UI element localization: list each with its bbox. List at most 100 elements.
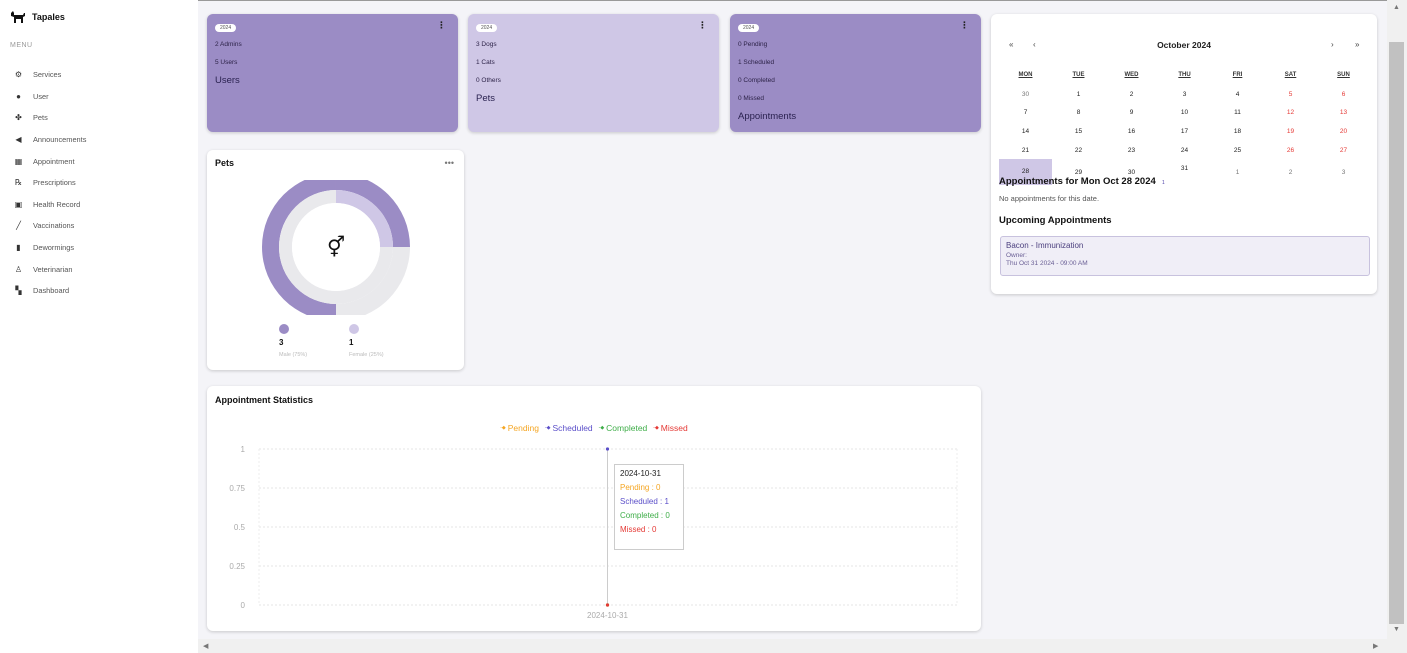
calendar-day[interactable]: 2 [1264,169,1317,176]
sidebar-item-label: Services [33,70,62,80]
male-legend: 3 Male (75%) [279,324,307,358]
calendar-day[interactable]: 10 [1158,109,1211,116]
weekday-label: MON [1018,72,1033,79]
day-number: 30 [1021,90,1030,98]
calendar-day[interactable]: 27 [1317,147,1370,154]
sidebar-item-vaccinations[interactable]: ╱ Vaccinations [14,215,86,237]
calendar-day[interactable]: 3 [1317,169,1370,176]
calendar-week-row: 21 22 23 24 25 26 27 [999,141,1370,160]
tooltip-missed: Missed : 0 [620,525,657,534]
calendar-day[interactable]: 21 [999,147,1052,154]
sidebar-item-services[interactable]: ⚙ Services [14,64,86,86]
calendar-day[interactable]: 23 [1105,147,1158,154]
day-number: 26 [1286,146,1295,154]
scroll-left-icon[interactable]: ◀ [203,642,208,650]
appointments-date-title: Appointments for Mon Oct 28 2024 [999,176,1156,187]
female-legend-dot [349,324,359,334]
calendar-day[interactable]: 17 [1158,128,1211,135]
calendar-day[interactable]: 22 [1052,147,1105,154]
sidebar-item-label: Vaccinations [33,221,75,231]
upcoming-appointment-item[interactable]: Bacon - Immunization Owner: Thu Oct 31 2… [1000,236,1370,276]
calendar-day[interactable]: 20 [1317,128,1370,135]
calendar-week-row: 7 8 9 10 11 12 13 [999,103,1370,122]
scroll-down-icon[interactable]: ▼ [1393,626,1400,633]
calendar-icon: ▦ [14,156,23,166]
day-number: 14 [1021,127,1030,135]
calendar-day[interactable]: 30 [999,91,1052,98]
scroll-up-icon[interactable]: ▲ [1393,4,1400,11]
window-top-border [0,0,1407,1]
male-legend-dot [279,324,289,334]
appointments-stat-card: 2024 ⋮ 0 Pending 1 Scheduled 0 Completed… [730,14,981,132]
next-month-button[interactable]: › [1331,40,1334,49]
next-year-button[interactable]: » [1355,40,1359,49]
horizontal-scrollbar[interactable]: ◀ ▶ [198,639,1387,653]
calendar-day[interactable]: 11 [1211,109,1264,116]
medical-bag-icon: ▣ [14,199,23,209]
sidebar-item-label: Veterinarian [33,264,73,274]
calendar-day[interactable]: 29 [1052,169,1105,176]
calendar-day[interactable]: 13 [1317,109,1370,116]
day-number: 24 [1180,146,1189,154]
sidebar-item-dashboard[interactable]: ▚ Dashboard [14,280,86,302]
calendar-day[interactable]: 1 [1052,91,1105,98]
y-tick-label: 0 [241,601,246,610]
kebab-menu-icon[interactable]: ⋮ [437,21,446,30]
scroll-right-icon[interactable]: ▶ [1373,642,1378,650]
gear-icon: ⚙ [14,70,23,80]
calendar-day[interactable]: 14 [999,128,1052,135]
sidebar-item-user[interactable]: ● User [14,86,86,108]
day-number: 28 [1021,168,1030,176]
calendar-week-row: 30 1 2 3 4 5 6 [999,85,1370,104]
sidebar-item-label: Health Record [33,199,81,209]
vertical-scroll-thumb[interactable] [1389,42,1404,624]
sidebar: Tapales MENU ⚙ Services ● User ✤ Pets ◀ Announc… [0,0,198,653]
calendar-day[interactable]: 3 [1158,91,1211,98]
kebab-menu-icon[interactable]: ⋮ [698,21,707,30]
kebab-menu-icon[interactable]: ⋮ [960,21,969,30]
sidebar-item-appointment[interactable]: ▦ Appointment [14,150,86,172]
day-number: 6 [1341,90,1346,98]
more-options-icon[interactable]: ••• [445,158,454,168]
calendar-day[interactable]: 26 [1264,147,1317,154]
calendar-grid: MON TUE WED THU FRI SAT SUN 30 1 2 3 4 5 6 7 8 9 10 11 12 13… [999,66,1370,186]
user-icon: ● [16,91,21,101]
sidebar-item-pets[interactable]: ✤ Pets [14,107,86,129]
brand[interactable]: Tapales [10,10,65,24]
calendar-day[interactable]: 1 [1211,169,1264,176]
calendar-day[interactable]: 25 [1211,147,1264,154]
sidebar-item-prescriptions[interactable]: ℞ Prescriptions [14,172,86,194]
day-number: 3 [1341,168,1346,176]
calendar-day[interactable]: 19 [1264,128,1317,135]
calendar-day[interactable]: 4 [1211,91,1264,98]
year-badge: 2024 [738,24,760,32]
calendar-day[interactable]: 30 [1105,169,1158,176]
sidebar-item-label: Announcements [33,135,87,145]
calendar-day[interactable]: 18 [1211,128,1264,135]
calendar-day[interactable]: 24 [1158,147,1211,154]
female-count: 1 [349,338,354,347]
calendar-day[interactable]: 7 [999,109,1052,116]
calendar-day[interactable]: 2 [1105,91,1158,98]
calendar-day[interactable]: 5 [1264,91,1317,98]
sidebar-item-announcements[interactable]: ◀ Announcements [14,129,86,151]
day-number: 29 [1074,168,1083,176]
weekday-label: SUN [1337,72,1350,79]
vertical-scrollbar[interactable]: ▲ ▼ [1387,0,1407,653]
data-point-missed[interactable] [605,603,610,607]
day-number: 21 [1021,146,1030,154]
calendar-day[interactable]: 6 [1317,91,1370,98]
calendar-day[interactable]: 15 [1052,128,1105,135]
sidebar-item-dewormings[interactable]: ▮ Dewormings [14,237,86,259]
sidebar-item-health-record[interactable]: ▣ Health Record [14,194,86,216]
calendar-week-row: 14 15 16 17 18 19 20 [999,122,1370,141]
calendar-day[interactable]: 31 1 [1158,165,1211,186]
sidebar-item-veterinarian[interactable]: ♙ Veterinarian [14,258,86,280]
calendar-day[interactable]: 12 [1264,109,1317,116]
syringe-icon: ╱ [16,221,21,231]
calendar-day[interactable]: 9 [1105,109,1158,116]
calendar-day[interactable]: 8 [1052,109,1105,116]
day-number: 27 [1339,146,1348,154]
calendar-day[interactable]: 16 [1105,128,1158,135]
data-point-scheduled[interactable] [605,447,610,451]
